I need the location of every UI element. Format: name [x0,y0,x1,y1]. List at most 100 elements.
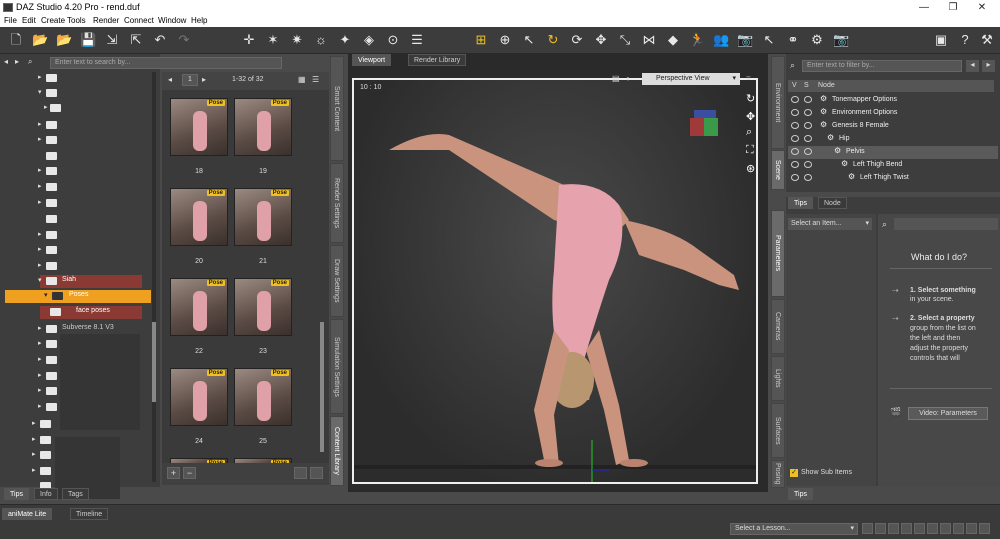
tree-row[interactable]: ▸ [0,197,155,210]
reset-view-icon[interactable]: ⊛ [746,162,755,175]
tools-settings-icon[interactable]: ⚒ [979,32,995,48]
grid-scrollbar[interactable] [320,322,324,452]
tree-row[interactable]: ▾ [0,87,155,100]
lesson-nav-button[interactable] [953,523,964,534]
tab-lights[interactable]: Lights [771,356,785,401]
next-page-icon[interactable]: ▸ [202,75,206,84]
undo-icon[interactable]: ↶ [152,32,168,48]
page-number[interactable]: 1 [182,74,198,86]
tree-row[interactable]: ▸ [0,102,155,115]
tree-row[interactable]: ▸ [0,260,155,273]
pose-thumbnail[interactable]: Pose [234,188,292,246]
open-folder-icon[interactable]: 📂 [32,32,48,48]
tree-row[interactable]: ▸ [0,465,155,478]
selectable-icon[interactable] [804,135,812,142]
tree-row[interactable] [0,150,155,163]
tab-render-settings[interactable]: Render Settings [330,163,344,243]
pose-thumbnail[interactable]: Pose [234,98,292,156]
align-icon[interactable]: ☰ [409,32,425,48]
universal-tool-icon[interactable]: ⊕ [497,32,513,48]
tree-row[interactable]: ▸ [0,72,155,85]
geometry-icon[interactable]: ⊙ [385,32,401,48]
active-pose-icon[interactable]: 🏃 [689,32,705,48]
tree-row[interactable]: ▸ [0,229,155,242]
view-options-icon[interactable]: ▤ [612,74,620,83]
content-search-input[interactable]: Enter text to search by... [50,57,282,69]
surface-selection-icon[interactable]: ◆ [665,32,681,48]
pose-thumbnail[interactable]: Pose [234,368,292,426]
tree-row[interactable]: ▸ [0,134,155,147]
lesson-nav-button[interactable] [979,523,990,534]
tree-scrollbar[interactable] [152,72,156,482]
grid-view-icon[interactable]: ▦ [298,75,306,84]
tree-row[interactable]: ▸ [0,418,155,431]
pan-icon[interactable]: ✥ [746,110,755,123]
scene-node-row[interactable]: ⚙ Genesis 8 Female [788,120,998,133]
orbit-icon[interactable]: ↻ [746,92,755,105]
menu-file[interactable]: File [4,16,17,25]
tab-surfaces[interactable]: Surfaces [771,403,785,458]
tree-item-face-poses[interactable]: face poses [40,306,142,319]
scene-node-row[interactable]: ⚙ Hip [788,133,998,146]
new-file-icon[interactable]: 🗋 [8,32,24,48]
scene-node-row[interactable]: ⚙ Left Thigh Twist [788,172,998,185]
visibility-eye-icon[interactable] [791,174,799,181]
lesson-nav-button[interactable] [888,523,899,534]
minimize-button[interactable]: — [914,1,934,14]
tab-posing[interactable]: Posing [771,460,785,488]
tab-environment[interactable]: Environment [771,56,785,149]
paint-icon[interactable]: ◈ [361,32,377,48]
tab-tips[interactable]: Tips [788,197,813,209]
tab-render-library[interactable]: Render Library [408,54,467,66]
lesson-nav-button[interactable] [875,523,886,534]
menu-help[interactable]: Help [191,16,207,25]
scene-node-row[interactable]: ⚙ Pelvis [788,146,998,159]
viewport-canvas[interactable]: 10 : 10 [352,78,758,484]
tree-row[interactable]: ▸ [0,165,155,178]
maximize-button[interactable]: ❐ [943,1,963,14]
tree-row[interactable]: ▸ [0,370,155,383]
visibility-eye-icon[interactable] [791,109,799,116]
checkbox-checked-icon[interactable]: ✓ [790,469,798,477]
light-point-icon[interactable]: ✷ [289,32,305,48]
tree-row[interactable]: ▸ [0,434,155,447]
tab-cameras[interactable]: Cameras [771,299,785,354]
node-select-icon[interactable]: ⊞ [473,32,489,48]
draw-style-icon[interactable]: ◐ [626,74,631,83]
tree-row[interactable]: ▸ [0,385,155,398]
lesson-nav-button[interactable] [901,523,912,534]
pose-thumbnail[interactable]: Pose [170,98,228,156]
visibility-eye-icon[interactable] [791,135,799,142]
spot-render-icon[interactable]: ↖ [761,32,777,48]
lesson-nav-button[interactable] [940,523,951,534]
viewport-menu-icon[interactable]: ≡ [746,74,751,83]
pose-thumbnail[interactable]: Pose [234,278,292,336]
lesson-nav-button[interactable] [966,523,977,534]
iray-render-icon[interactable]: ⚙ [809,32,825,48]
tab-scene[interactable]: Scene [771,150,785,190]
zoom-icon[interactable]: ⌕ [746,126,752,139]
lesson-selector[interactable]: Select a Lesson... ▾ [730,523,858,535]
item-selector[interactable]: Select an Item... ▾ [788,218,872,230]
visibility-eye-icon[interactable] [791,161,799,168]
tab-node[interactable]: Node [818,197,847,209]
tree-item-poses[interactable]: ▾ Poses [5,290,151,303]
tree-row[interactable]: ▸ [0,181,155,194]
filter-next-icon[interactable]: ▸ [982,60,995,72]
tab-animate-lite[interactable]: aniMate Lite [2,508,53,520]
tree-row[interactable]: ▸ [0,354,155,367]
render-camera-icon[interactable]: 📷 [833,32,849,48]
view-cube[interactable] [690,110,720,138]
video-parameters-button[interactable]: Video: Parameters [908,407,988,420]
pointer-icon[interactable]: ↖ [521,32,537,48]
scene-node-row[interactable]: ⚙ Left Thigh Bend [788,159,998,172]
tree-item-siah[interactable]: ▾ Siah [38,275,142,288]
camera-icon[interactable]: 📷 [737,32,753,48]
translate-tool-icon[interactable]: ✥ [593,32,609,48]
open-file-icon[interactable] [294,467,307,479]
pose-thumbnail[interactable]: Pose [170,188,228,246]
selectable-icon[interactable] [804,96,812,103]
camera-selector[interactable]: Perspective View ▾ [642,73,740,85]
list-view-icon[interactable]: ☰ [312,75,319,84]
menu-edit[interactable]: Edit [22,16,36,25]
